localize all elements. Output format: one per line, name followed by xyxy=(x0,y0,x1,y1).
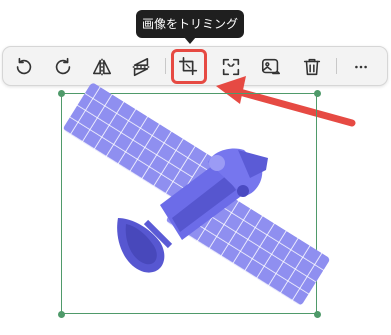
satellite-image xyxy=(63,83,330,305)
satellite-dish xyxy=(117,218,173,273)
